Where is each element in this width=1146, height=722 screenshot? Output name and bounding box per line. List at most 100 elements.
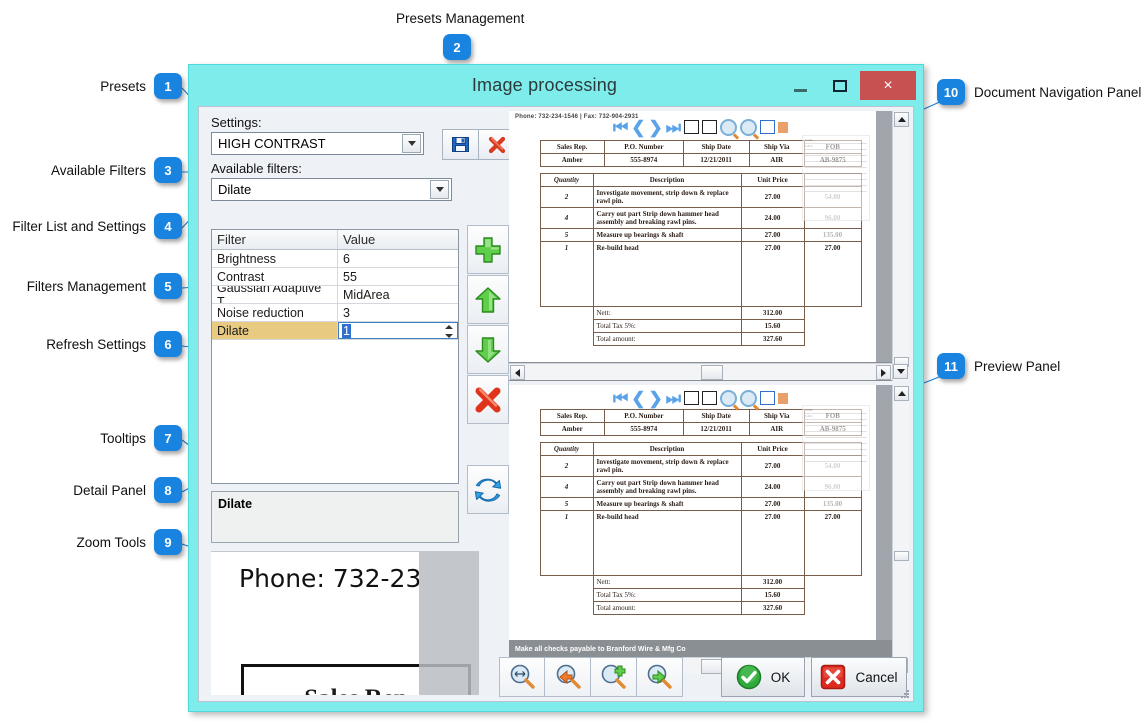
last-page-icon[interactable]: ⏭ (666, 119, 681, 136)
document-vertical-scrollbar[interactable] (892, 111, 909, 381)
ok-button[interactable]: OK (721, 657, 805, 697)
move-up-icon (475, 286, 501, 313)
minimize-icon (793, 88, 807, 92)
chevron-down-icon[interactable] (402, 134, 421, 153)
table-row[interactable]: Noise reduction 3 (212, 304, 458, 322)
callout-number: 2 (443, 34, 471, 60)
fit-page-icon[interactable] (684, 120, 700, 134)
move-up-button[interactable] (467, 275, 509, 324)
zoom-in-button[interactable] (591, 657, 637, 697)
callout-label: Filter List and Settings (12, 218, 146, 234)
select-tool-icon[interactable] (760, 391, 776, 405)
table-row[interactable]: Brightness 6 (212, 250, 458, 268)
preset-combo[interactable]: HIGH CONTRAST (211, 132, 424, 155)
filter-settings-grid[interactable]: Filter Value Brightness 6 Contrast 55 Ga… (211, 229, 459, 484)
column-header: Ship Date (682, 409, 750, 423)
filter-value-editor[interactable]: 1 (338, 322, 458, 339)
preview-vertical-scrollbar[interactable] (892, 385, 909, 659)
document-horizontal-scrollbar[interactable] (509, 363, 892, 380)
column-header: P.O. Number (603, 140, 684, 154)
maximize-button[interactable] (820, 72, 860, 100)
chevron-down-icon[interactable] (430, 180, 449, 199)
settings-label: Settings: (211, 115, 262, 130)
filter-value[interactable]: 3 (338, 304, 458, 321)
cell-qty: 4 (539, 476, 594, 498)
next-page-icon[interactable]: ❯ (649, 390, 663, 407)
cancel-button[interactable]: Cancel (811, 657, 907, 697)
callout-number: 10 (937, 79, 965, 105)
callout-document-navigation-panel: 10 Document Navigation Panel (937, 79, 1141, 105)
stepper-down-icon (444, 334, 453, 338)
first-page-icon[interactable]: ⏮ (613, 119, 628, 136)
next-page-icon[interactable]: ❯ (649, 119, 663, 136)
filter-value[interactable]: MidArea (338, 286, 458, 303)
stepper-up-icon (444, 325, 453, 329)
callout-number: 6 (154, 331, 182, 357)
value-input[interactable]: 1 (338, 322, 458, 339)
scroll-right-button[interactable] (876, 365, 891, 380)
scroll-down-button[interactable] (893, 364, 908, 379)
filters-management-buttons (467, 225, 509, 425)
scrollbar-thumb[interactable] (701, 365, 723, 380)
add-filter-button[interactable] (467, 225, 509, 274)
select-tool-icon[interactable] (760, 120, 776, 134)
document-page-top[interactable]: Phone: 732-234-1546 | Fax: 732-904-2931 … (509, 111, 892, 381)
cell: Amber (539, 422, 605, 436)
pan-tool-icon[interactable] (778, 392, 789, 404)
triangle-down-icon (896, 369, 905, 374)
quantity-stepper[interactable] (442, 324, 455, 339)
zoom-out-icon[interactable] (740, 118, 758, 136)
table-row-selected[interactable]: Dilate 1 (212, 322, 458, 340)
document-nav-toolbar: ⏮ ❮ ❯ ⏭ (509, 118, 892, 136)
table-row[interactable]: Contrast 55 (212, 268, 458, 286)
table-row[interactable]: Gaussian Adaptive T... MidArea (212, 286, 458, 304)
pan-tool-icon[interactable] (778, 121, 789, 133)
zoom-out-icon[interactable] (740, 389, 758, 407)
callout-filters-management: Filters Management 5 (10, 273, 182, 299)
callout-label: Detail Panel (73, 482, 146, 498)
document-page-bottom[interactable]: ⏮ ❮ ❯ ⏭ Sales Rep. P.O. Number Ship Date… (509, 385, 892, 659)
zoom-in-icon[interactable] (720, 118, 738, 136)
fit-page-icon[interactable] (684, 391, 700, 405)
close-button[interactable]: × (860, 71, 916, 100)
filter-name: Dilate (212, 322, 338, 339)
move-down-button[interactable] (467, 325, 509, 374)
zoom-fit-width-button[interactable] (499, 657, 545, 697)
remove-filter-button[interactable] (467, 375, 509, 424)
last-page-icon[interactable]: ⏭ (666, 390, 681, 407)
filter-value[interactable]: 6 (338, 250, 458, 267)
table-row: 1 Re-build head 27.00 27.00 (539, 241, 862, 307)
window-client-area: Settings: HIGH CONTRAST Available filter… (198, 106, 914, 702)
cell-desc: Investigate movement, strip down & repla… (592, 455, 742, 477)
minimize-button[interactable] (780, 72, 820, 100)
callout-label: Preview Panel (974, 358, 1061, 374)
save-preset-button[interactable] (442, 129, 479, 160)
refresh-settings-button[interactable] (467, 465, 509, 514)
previous-page-icon[interactable]: ❮ (631, 390, 645, 407)
filter-name: Contrast (212, 268, 338, 285)
scroll-left-button[interactable] (510, 365, 525, 380)
filter-value[interactable]: 55 (338, 268, 458, 285)
zoom-previous-button[interactable] (545, 657, 591, 697)
table-row-total: Total Tax 5%: 15.60 (540, 319, 861, 333)
cell-desc: Measure up bearings & shaft (592, 497, 742, 511)
first-page-icon[interactable]: ⏮ (613, 390, 628, 407)
scroll-up-button[interactable] (894, 386, 909, 401)
previous-page-icon[interactable]: ❮ (631, 119, 645, 136)
zoom-in-icon[interactable] (720, 389, 738, 407)
filters-pane: Settings: HIGH CONTRAST Available filter… (205, 113, 516, 695)
scrollbar-thumb[interactable] (894, 551, 909, 561)
cell-qty: 2 (539, 455, 594, 477)
callout-label: Tooltips (100, 430, 146, 446)
cell-qty: 5 (539, 497, 594, 511)
cell-desc: Carry out part Strip down hammer head as… (592, 476, 742, 498)
available-filters-combo[interactable]: Dilate (211, 178, 452, 201)
preview-panel: ⏮ ❮ ❯ ⏭ Sales Rep. P.O. Number Ship Date… (509, 385, 909, 659)
zoom-next-button[interactable] (637, 657, 683, 697)
scroll-up-button[interactable] (894, 112, 909, 127)
resize-grip[interactable] (901, 690, 911, 700)
fit-width-icon[interactable] (702, 120, 718, 134)
column-header: Description (592, 442, 742, 456)
fit-width-icon[interactable] (702, 391, 718, 405)
column-header: Ship Via (748, 409, 806, 423)
